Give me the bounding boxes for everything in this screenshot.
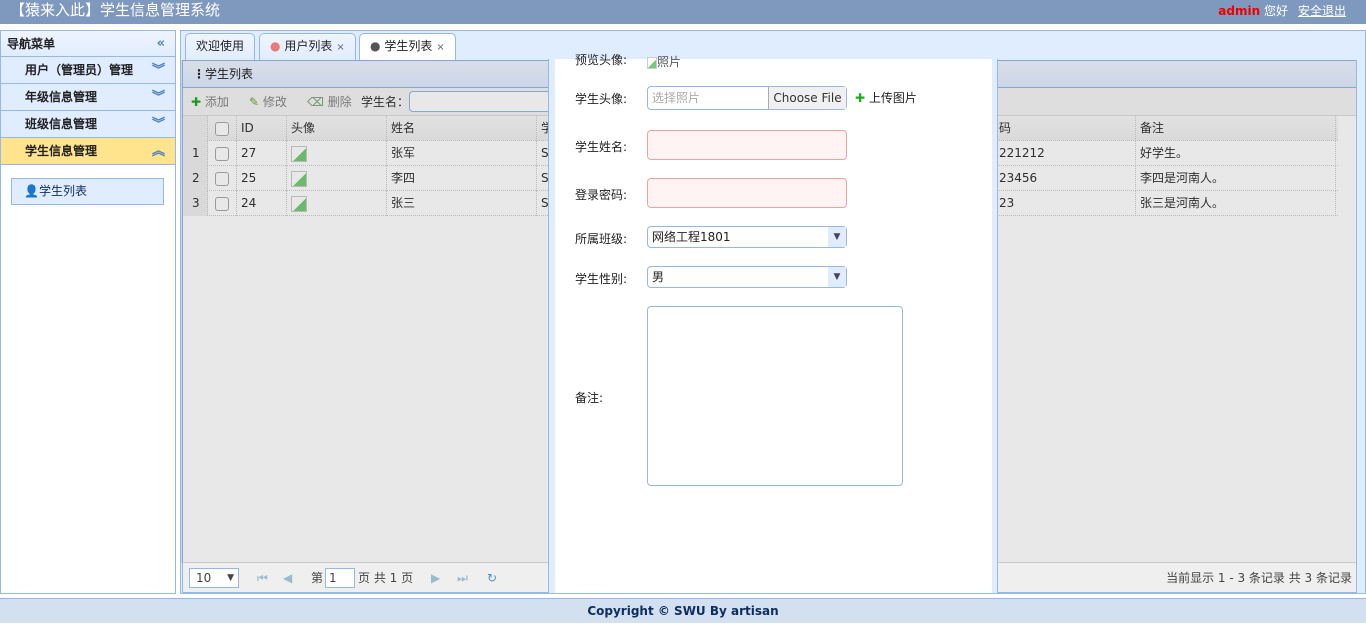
class-select[interactable]: 网络工程1801 ▼ (647, 226, 847, 248)
upload-label: 上传图片 (868, 91, 917, 105)
greeting: 您好 (1263, 4, 1288, 18)
sidebar-item-grade[interactable]: 年级信息管理 ︾ (1, 84, 175, 111)
first-page-icon[interactable]: ⏮ (257, 563, 268, 593)
student-icon: 👤 (24, 184, 39, 198)
remark-label: 备注: (575, 391, 604, 405)
dialog-body: 预览头像: 照片 学生头像: 选择照片 Choose File ✚ 上传图片 学生… (555, 53, 992, 593)
sidebar-item-label: 班级信息管理 (25, 117, 98, 131)
page-prefix: 第 (311, 571, 324, 585)
footer: Copyright © SWU By artisan (0, 598, 1366, 623)
name-input[interactable] (647, 130, 847, 160)
sidebar-item-student[interactable]: 学生信息管理 ︽ (1, 138, 175, 165)
sidebar-title: 导航菜单 « (1, 31, 175, 57)
student-icon: ● (370, 39, 381, 53)
page-suffix: 页 共 1 页 (358, 571, 414, 585)
sidebar-item-user[interactable]: 用户（管理员）管理 ︾ (1, 57, 175, 84)
app-title: 【猿来入此】学生信息管理系统 (10, 1, 221, 19)
user-icon: ● (270, 39, 281, 53)
password-input[interactable] (647, 178, 847, 208)
sidebar-item-class[interactable]: 班级信息管理 ︾ (1, 111, 175, 138)
logout-link[interactable]: 安全退出 (1298, 4, 1346, 18)
avatar-placeholder: 选择照片 (652, 91, 701, 105)
password-label: 登录密码: (575, 188, 628, 202)
preview-image: 照片 (647, 53, 681, 70)
pager-summary: 当前显示 1 - 3 条记录 共 3 条记录 (1166, 571, 1352, 585)
chevron-down-icon: ▼ (828, 267, 846, 287)
username: admin (1218, 4, 1261, 18)
class-label: 所属班级: (575, 232, 628, 246)
tab-welcome[interactable]: 欢迎使用 (185, 33, 256, 60)
remark-textarea[interactable] (647, 306, 903, 486)
close-icon[interactable]: × (336, 42, 344, 53)
add-student-dialog: 预览头像: 照片 学生头像: 选择照片 Choose File ✚ 上传图片 学生… (548, 53, 998, 594)
preview-label: 预览头像: (575, 53, 628, 67)
class-value: 网络工程1801 (652, 230, 731, 244)
tab-label: 欢迎使用 (196, 39, 245, 53)
sidebar-item-label: 学生信息管理 (25, 144, 98, 158)
upload-button[interactable]: ✚ 上传图片 (855, 89, 917, 106)
refresh-icon[interactable]: ↻ (487, 563, 497, 593)
plus-icon: ✚ (855, 91, 866, 105)
chevron-down-icon: ︾ (151, 63, 165, 78)
tab-student-list[interactable]: ● 学生列表 × (359, 33, 456, 61)
tab-label: 学生列表 (384, 39, 433, 53)
tab-label: 用户列表 (284, 39, 333, 53)
sidebar-subitem-student-list[interactable]: 👤学生列表 (11, 178, 164, 205)
gender-label: 学生性别: (575, 272, 628, 286)
preview-alt: 照片 (657, 55, 682, 69)
choose-file-button[interactable]: Choose File (768, 87, 846, 109)
top-header: 【猿来入此】学生信息管理系统 admin 您好 安全退出 (0, 0, 1366, 24)
chevron-down-icon: ▼ (828, 227, 846, 247)
page-number-input[interactable]: 1 (325, 568, 355, 588)
gender-select[interactable]: 男 ▼ (647, 266, 847, 288)
sidebar-title-text: 导航菜单 (7, 37, 56, 51)
page-size-value: 10 (196, 571, 212, 585)
user-info: admin 您好 安全退出 (1218, 2, 1346, 19)
gender-value: 男 (652, 270, 665, 284)
tab-user-list[interactable]: ● 用户列表 × (259, 33, 356, 60)
page-size-select[interactable]: 10 ▼ (189, 568, 239, 588)
chevron-down-icon: ︾ (151, 117, 165, 132)
chevron-up-icon: ︽ (151, 144, 165, 159)
collapse-icon[interactable]: « (157, 31, 165, 57)
name-label: 学生姓名: (575, 140, 628, 154)
sidebar-item-label: 年级信息管理 (25, 90, 98, 104)
subitem-label: 学生列表 (38, 184, 87, 198)
sidebar: 导航菜单 « 用户（管理员）管理 ︾ 年级信息管理 ︾ 班级信息管理 ︾ 学生信息管理 ︽… (0, 30, 176, 594)
sidebar-item-label: 用户（管理员）管理 (25, 63, 134, 77)
prev-page-icon[interactable]: ◀ (283, 563, 292, 593)
last-page-icon[interactable]: ⏭ (457, 563, 468, 593)
chevron-down-icon: ▼ (227, 573, 234, 583)
avatar-label: 学生头像: (575, 92, 628, 106)
close-icon[interactable]: × (436, 42, 444, 53)
avatar-file-input[interactable]: 选择照片 Choose File (647, 86, 847, 110)
next-page-icon[interactable]: ▶ (431, 563, 440, 593)
chevron-down-icon: ︾ (151, 90, 165, 105)
